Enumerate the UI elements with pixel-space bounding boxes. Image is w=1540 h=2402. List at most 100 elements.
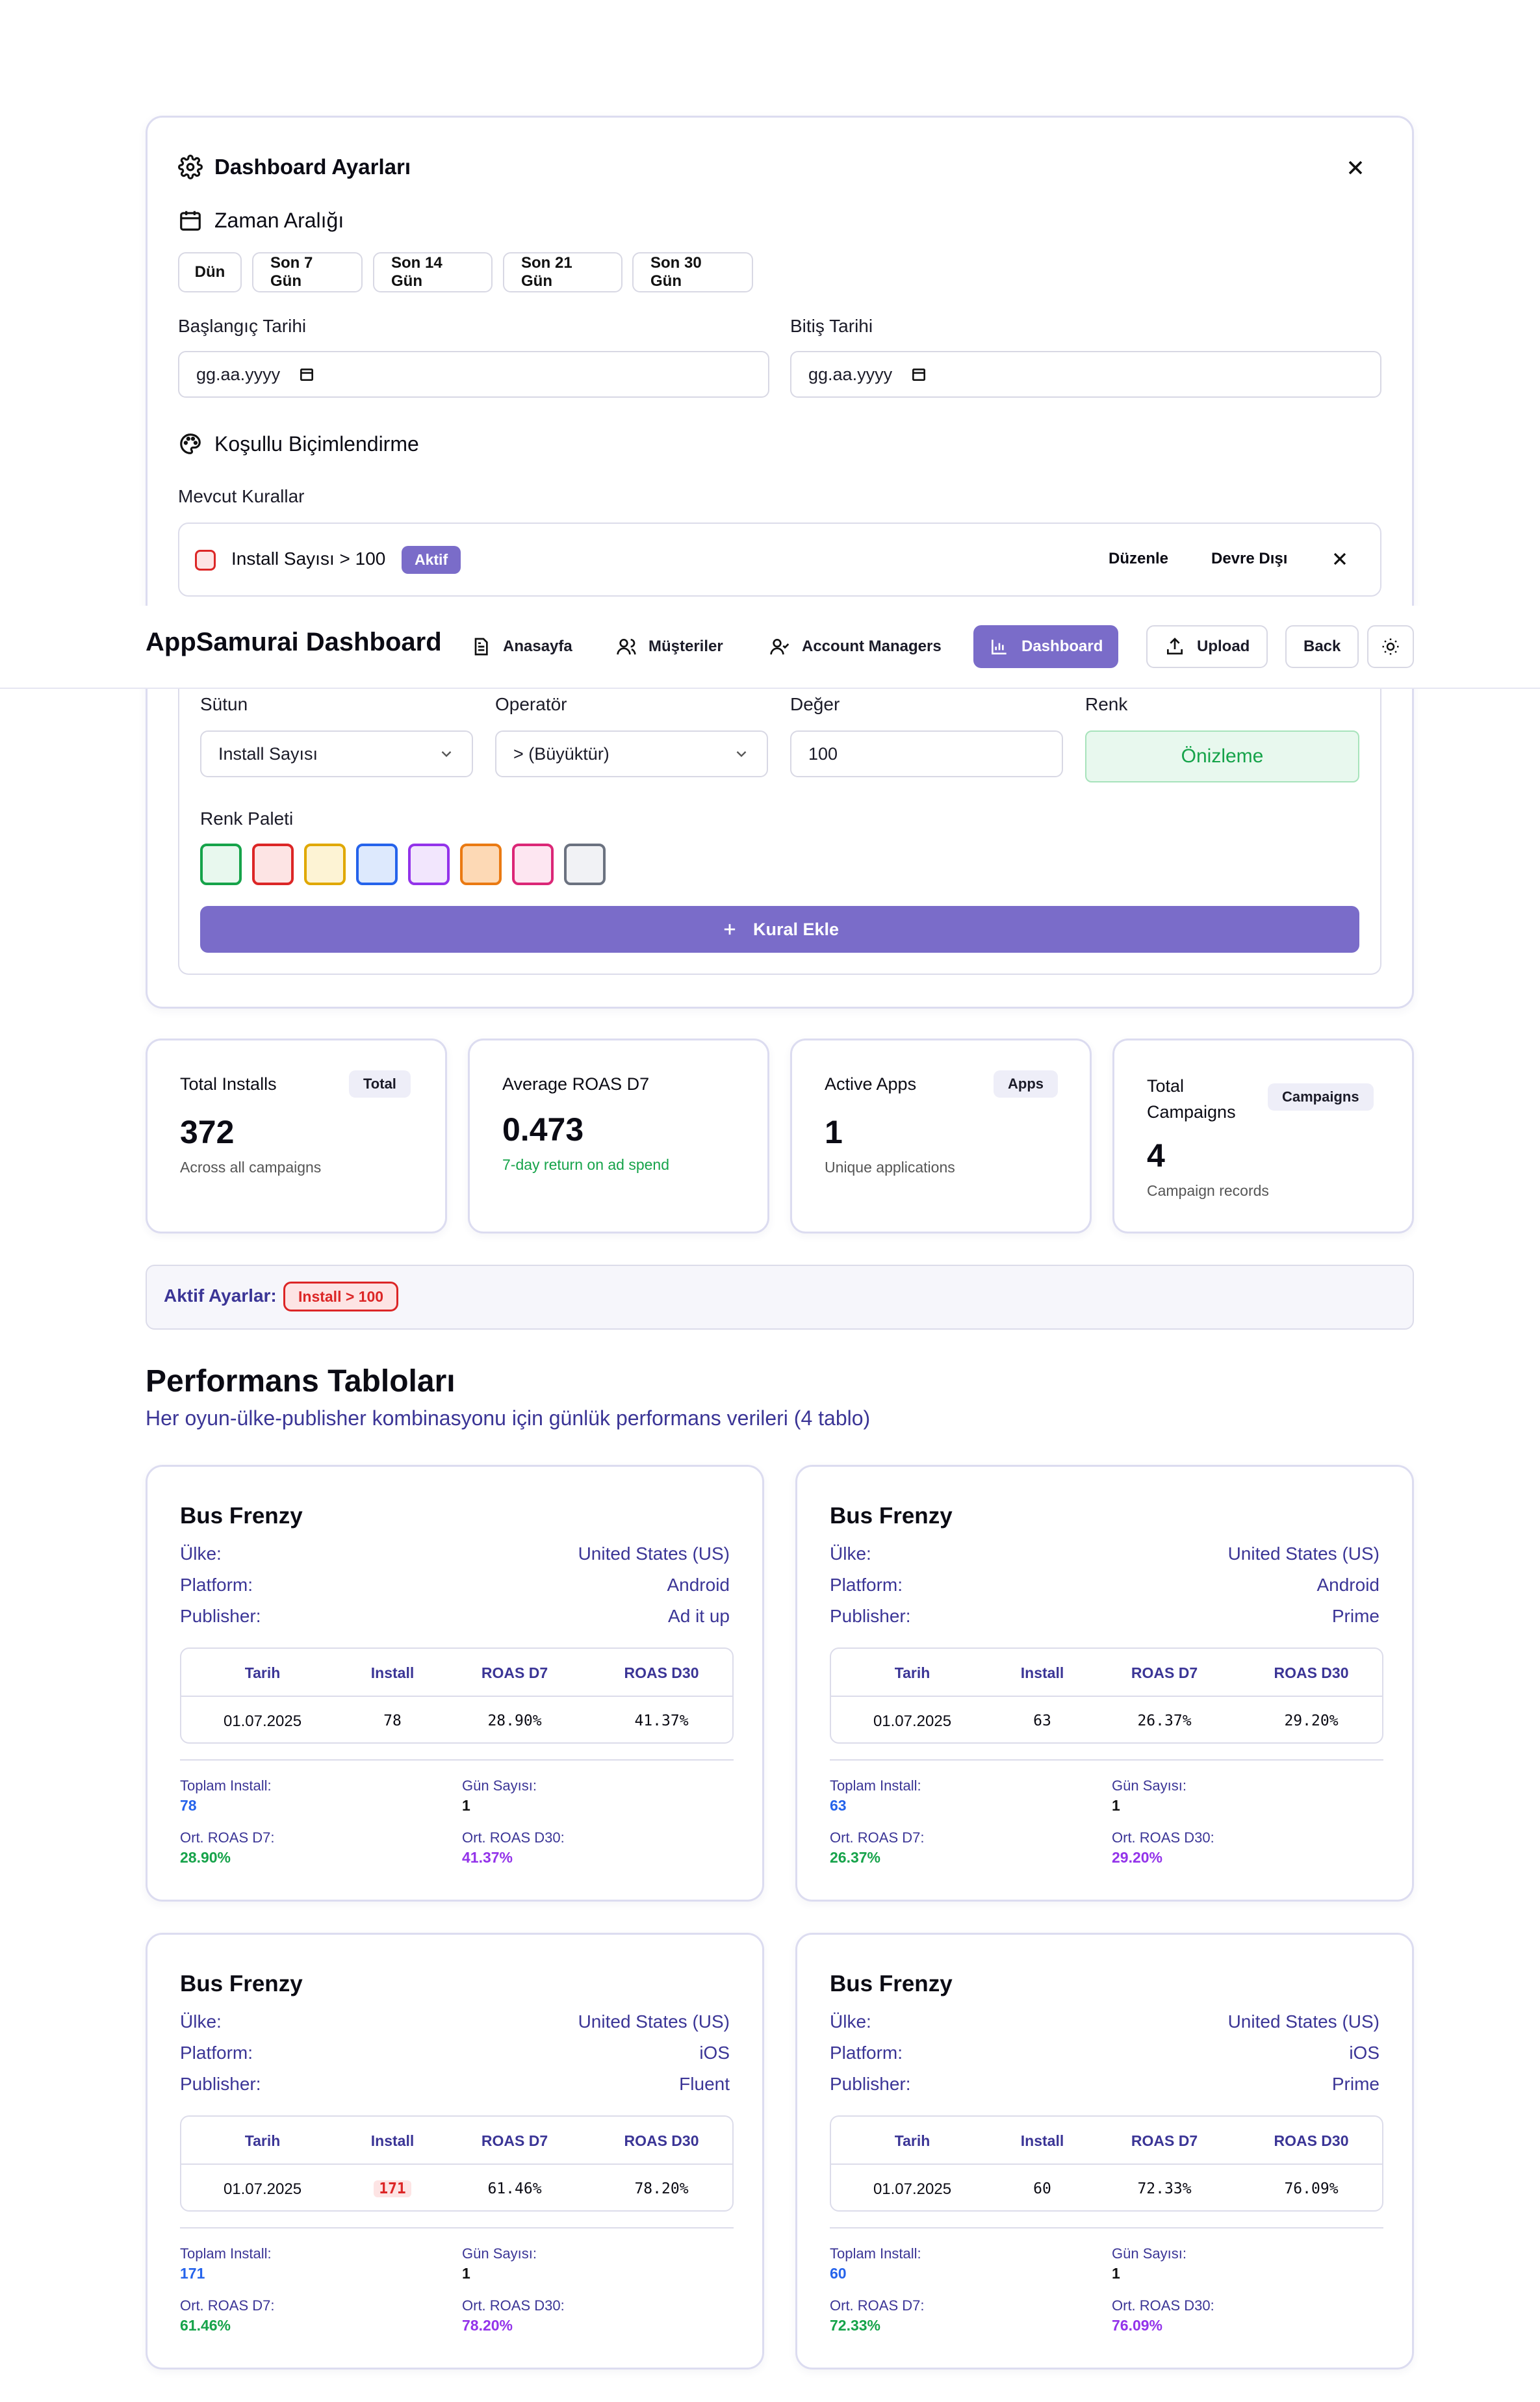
avg-d30-label: Ort. ROAS D30: <box>1112 2297 1214 2314</box>
cell-roas-d7: 61.46% <box>487 2180 542 2197</box>
column-header: ROAS D7 <box>481 2132 548 2149</box>
column-header: Tarih <box>244 2132 281 2149</box>
country-value: United States (US) <box>578 1543 730 1564</box>
platform-value: Android <box>1316 1575 1380 1595</box>
rule-text: Install Sayısı > 100 <box>231 549 386 569</box>
nav-item-home[interactable]: Anasayfa <box>455 625 588 668</box>
divider <box>180 2227 734 2228</box>
column-header: ROAS D30 <box>624 1664 699 1681</box>
start-date-input[interactable]: gg.aa.yyyy <box>178 351 769 398</box>
preset-30-days-button[interactable]: Son 30 Gün <box>632 252 753 292</box>
stat-title: Total Installs <box>180 1074 277 1094</box>
operator-select[interactable]: > (Büyüktür) <box>495 730 768 777</box>
delete-rule-button[interactable] <box>1329 549 1350 569</box>
existing-rules-label: Mevcut Kurallar <box>178 486 305 506</box>
color-preview: Önizleme <box>1085 730 1359 782</box>
column-header: ROAS D7 <box>481 1664 548 1681</box>
palette-swatch-red[interactable] <box>252 844 294 885</box>
publisher-value: Prime <box>1331 2074 1380 2094</box>
cell-roas-d30: 76.09% <box>1284 2180 1339 2197</box>
cell-install: 63 <box>994 1712 1091 1729</box>
daily-table: Tarih Install ROAS D7 ROAS D30 01.07.202… <box>180 1647 734 1744</box>
nav-item-dashboard[interactable]: Dashboard <box>973 625 1119 668</box>
stat-desc: Campaign records <box>1147 1182 1269 1199</box>
cell-date: 01.07.2025 <box>873 2180 952 2198</box>
avg-d30-label: Ort. ROAS D30: <box>462 2297 565 2314</box>
avg-d30-value: 41.37% <box>462 1849 513 1866</box>
stat-desc: Unique applications <box>825 1159 955 1176</box>
nav-label: Müşteriler <box>648 638 723 655</box>
close-icon <box>1333 552 1346 565</box>
upload-button[interactable]: Upload <box>1146 625 1268 668</box>
column-select-value: Install Sayısı <box>218 743 318 764</box>
edit-rule-button[interactable]: Düzenle <box>1109 550 1168 568</box>
table-header-row: Tarih Install ROAS D7 ROAS D30 <box>181 2117 732 2165</box>
upload-label: Upload <box>1197 638 1250 655</box>
table-row: 01.07.2025 60 72.33% 76.09% <box>831 2165 1382 2210</box>
add-rule-button[interactable]: Kural Ekle <box>200 906 1359 953</box>
upload-icon <box>1167 638 1183 654</box>
column-header: Tarih <box>894 1664 930 1681</box>
column-select[interactable]: Install Sayısı <box>200 730 473 777</box>
preset-7-days-button[interactable]: Son 7 Gün <box>252 252 363 292</box>
install-value: 171 <box>374 2180 411 2197</box>
operator-select-value: > (Büyüktür) <box>513 743 610 764</box>
total-install-label: Toplam Install: <box>180 2245 272 2262</box>
palette-swatch-yellow[interactable] <box>304 844 346 885</box>
cell-roas-d7: 28.90% <box>487 1712 542 1729</box>
palette-swatch-orange[interactable] <box>460 844 502 885</box>
theme-toggle-button[interactable] <box>1367 625 1414 668</box>
nav-item-customers[interactable]: Müşteriler <box>600 625 739 668</box>
stat-desc: Across all campaigns <box>180 1159 322 1176</box>
cell-install: 60 <box>994 2180 1091 2197</box>
table-row: 01.07.2025 63 26.37% 29.20% <box>831 1697 1382 1742</box>
preset-14-days-button[interactable]: Son 14 Gün <box>373 252 493 292</box>
country-label: Ülke: <box>830 1543 871 1564</box>
bar-chart-icon <box>992 639 1007 654</box>
days-label: Gün Sayısı: <box>462 1777 537 1794</box>
avg-d7-label: Ort. ROAS D7: <box>830 1829 925 1846</box>
cell-date: 01.07.2025 <box>223 1712 302 1730</box>
platform-label: Platform: <box>180 2043 253 2063</box>
country-label: Ülke: <box>830 2011 871 2032</box>
nav-label: Dashboard <box>1021 638 1103 655</box>
performance-table-card: Bus Frenzy Ülke: United States (US) Plat… <box>795 1465 1414 1902</box>
back-label: Back <box>1303 638 1341 655</box>
palette-swatch-blue[interactable] <box>356 844 398 885</box>
days-value: 1 <box>1112 2265 1120 2282</box>
avg-d30-label: Ort. ROAS D30: <box>1112 1829 1214 1846</box>
cell-roas-d30: 29.20% <box>1284 1712 1339 1729</box>
stat-desc: 7-day return on ad spend <box>502 1156 670 1173</box>
stat-title: Active Apps <box>825 1074 917 1094</box>
rule-color-swatch <box>195 550 216 571</box>
end-date-input[interactable]: gg.aa.yyyy <box>790 351 1381 398</box>
active-rule-chip: Install > 100 <box>283 1282 399 1311</box>
preset-21-days-button[interactable]: Son 21 Gün <box>503 252 622 292</box>
install-value: 78 <box>383 1712 402 1729</box>
table-header-row: Tarih Install ROAS D7 ROAS D30 <box>831 2117 1382 2165</box>
palette-swatch-pink[interactable] <box>512 844 554 885</box>
document-icon <box>474 638 488 656</box>
palette-swatch-green[interactable] <box>200 844 242 885</box>
divider <box>830 1759 1383 1761</box>
close-settings-button[interactable] <box>1344 156 1367 179</box>
gear-icon <box>178 155 203 179</box>
nav-item-account-managers[interactable]: Account Managers <box>754 625 957 668</box>
palette-swatch-purple[interactable] <box>408 844 450 885</box>
cell-roas-d7: 72.33% <box>1137 2180 1192 2197</box>
country-value: United States (US) <box>578 2011 730 2032</box>
back-button[interactable]: Back <box>1285 625 1359 668</box>
column-header: ROAS D30 <box>624 2132 699 2149</box>
calendar-picker-icon[interactable] <box>298 366 315 383</box>
settings-header: Dashboard Ayarları <box>178 155 411 179</box>
value-input[interactable]: 100 <box>790 730 1063 777</box>
calendar-picker-icon[interactable] <box>910 366 927 383</box>
preset-yesterday-button[interactable]: Dün <box>178 252 242 292</box>
palette-swatch-gray[interactable] <box>564 844 606 885</box>
stat-badge: Campaigns <box>1268 1083 1374 1111</box>
platform-label: Platform: <box>830 2043 903 2063</box>
disable-rule-button[interactable]: Devre Dışı <box>1211 550 1287 568</box>
avg-d7-value: 28.90% <box>180 1849 231 1866</box>
chevron-down-icon <box>736 751 747 757</box>
performance-table-card: Bus Frenzy Ülke: United States (US) Plat… <box>795 1933 1414 2370</box>
